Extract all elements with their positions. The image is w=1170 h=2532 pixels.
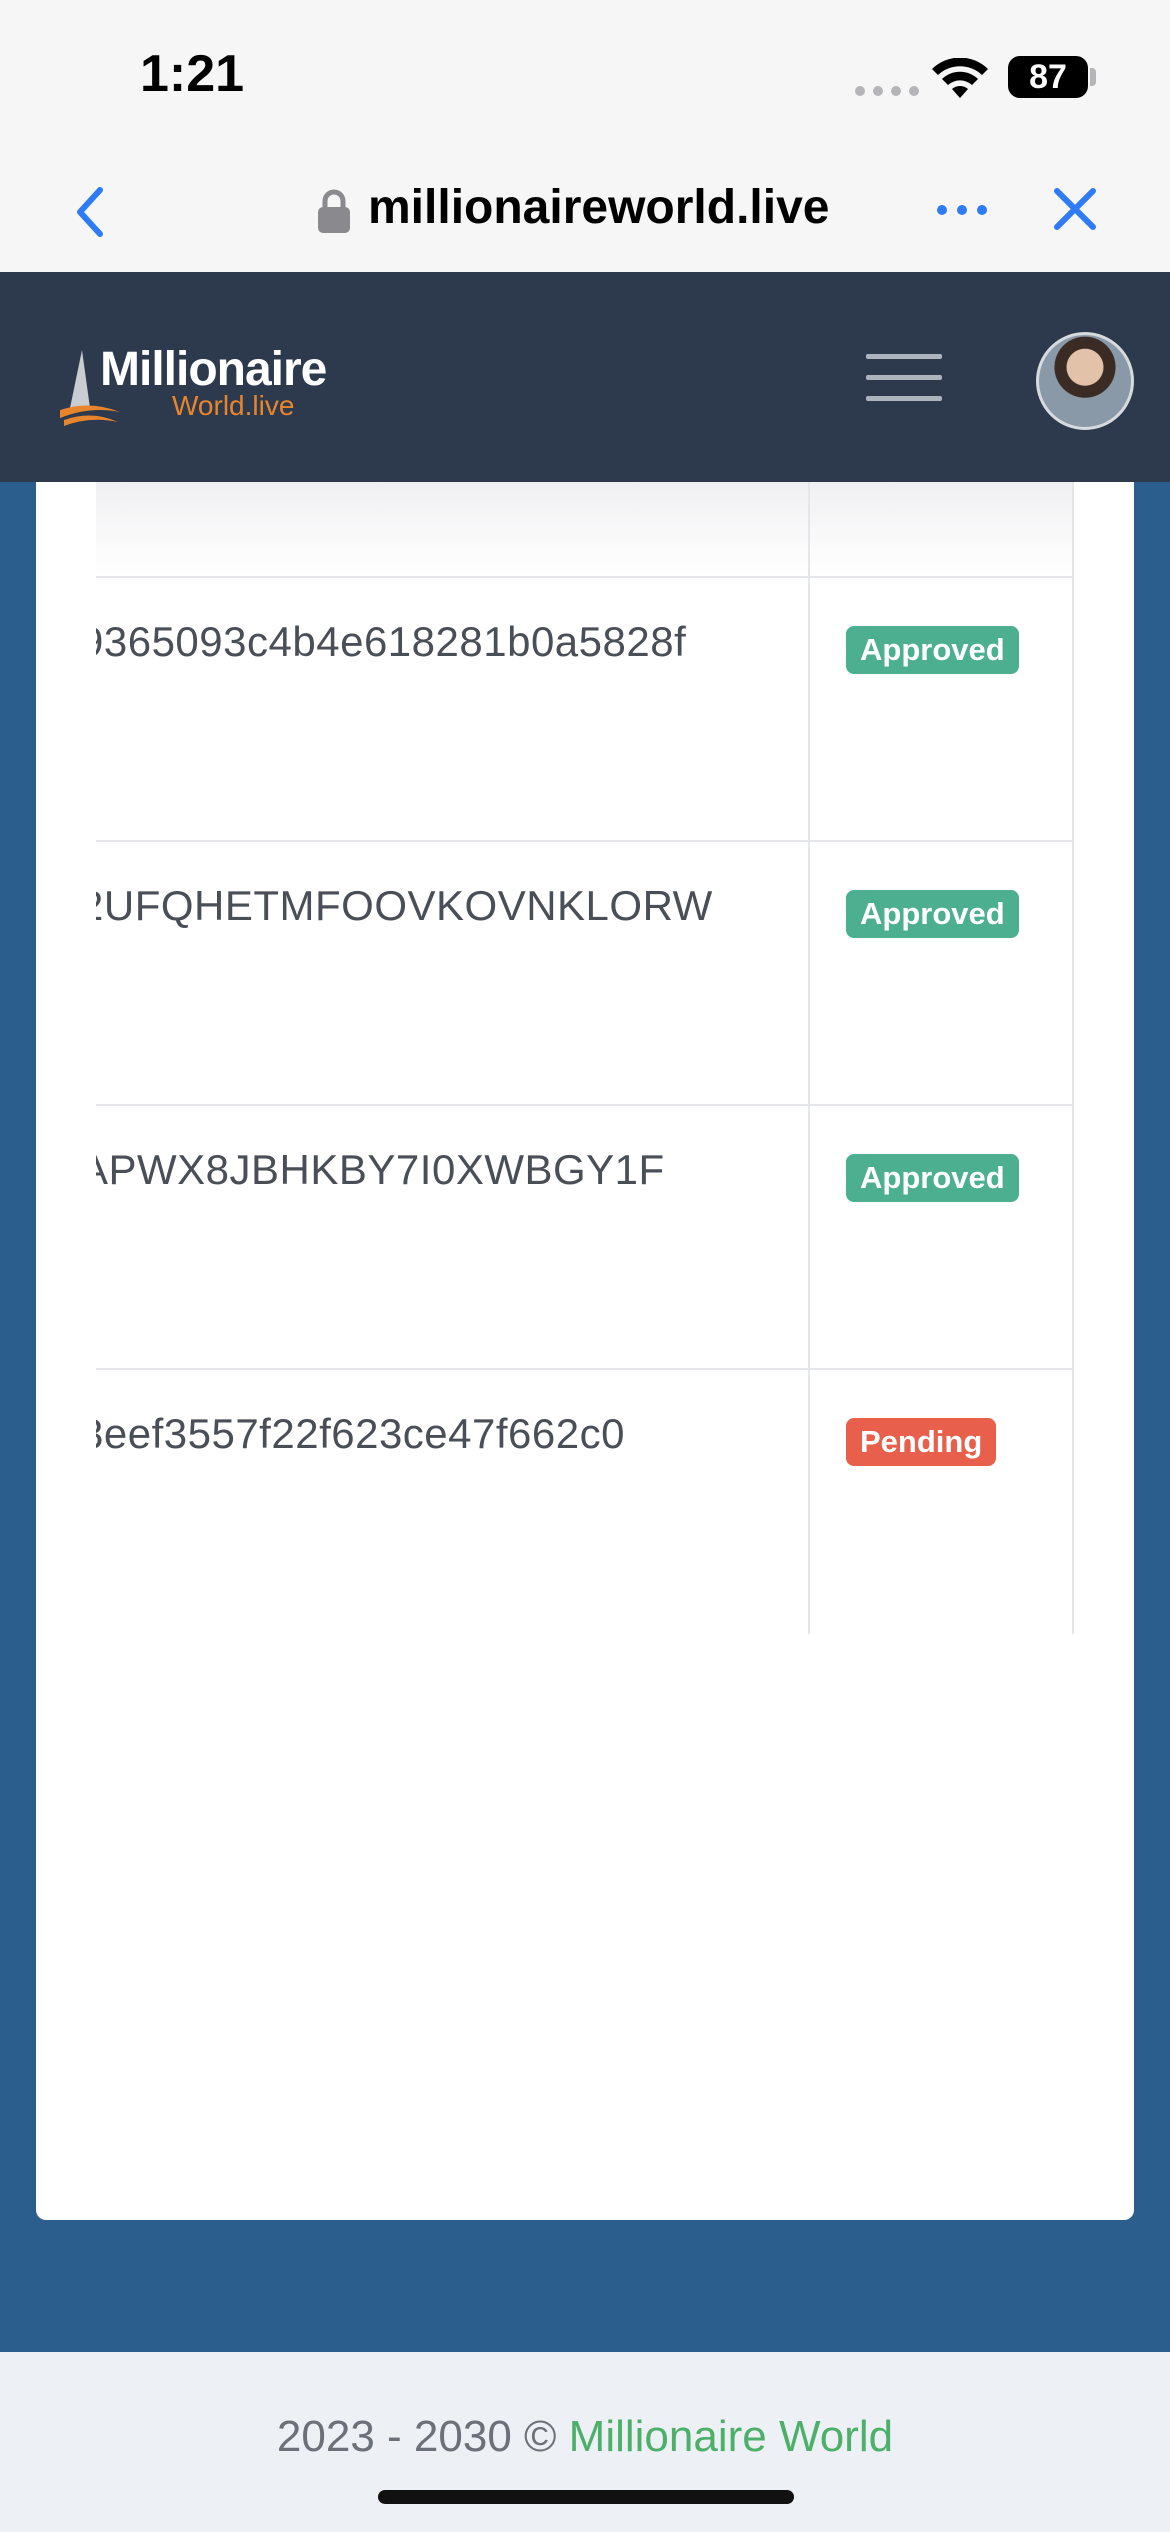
table-row: 3eef3557f22f623ce47f662c0 Pending bbox=[96, 1368, 1074, 1632]
table-row: 2UFQHETMFOOVKOVNKLORW Approved bbox=[96, 840, 1074, 1104]
footer-years: 2023 - 2030 © bbox=[276, 2412, 569, 2461]
status-badge: Approved bbox=[846, 626, 1019, 674]
status-bar: 1:21 87 bbox=[0, 0, 1170, 150]
status-badge: Approved bbox=[846, 890, 1019, 938]
back-icon[interactable] bbox=[68, 182, 112, 242]
table-right-border bbox=[1072, 482, 1074, 1634]
close-icon[interactable] bbox=[1052, 186, 1098, 232]
footer-copyright: 2023 - 2030 © Millionaire World bbox=[0, 2412, 1170, 2462]
transaction-hash: APWX8JBHKBY7I0XWBGY1F bbox=[96, 1146, 665, 1193]
battery-icon: 87 bbox=[1008, 56, 1088, 98]
transactions-table[interactable]: 9365093c4b4e618281b0a5828f Approved 2UFQ… bbox=[96, 482, 1074, 1634]
table-row: APWX8JBHKBY7I0XWBGY1F Approved bbox=[96, 1104, 1074, 1368]
site-footer: 2023 - 2030 © Millionaire World bbox=[0, 2352, 1170, 2532]
table-row: 9365093c4b4e618281b0a5828f Approved bbox=[96, 576, 1074, 840]
url-text[interactable]: millionaireworld.live bbox=[368, 180, 829, 235]
footer-brand-link[interactable]: Millionaire World bbox=[569, 2412, 893, 2461]
lock-icon bbox=[318, 189, 350, 233]
hamburger-menu-icon[interactable] bbox=[866, 354, 942, 404]
browser-url-bar: millionaireworld.live bbox=[0, 150, 1170, 272]
home-indicator[interactable] bbox=[378, 2490, 794, 2504]
table-header-row bbox=[96, 482, 1074, 576]
transaction-hash: 9365093c4b4e618281b0a5828f bbox=[96, 618, 687, 665]
status-badge: Approved bbox=[846, 1154, 1019, 1202]
logo-text-bottom: World.live bbox=[172, 390, 295, 421]
transaction-hash: 2UFQHETMFOOVKOVNKLORW bbox=[96, 882, 713, 929]
transaction-hash: 3eef3557f22f623ce47f662c0 bbox=[96, 1410, 625, 1457]
wifi-icon bbox=[932, 58, 988, 98]
status-badge: Pending bbox=[846, 1418, 997, 1466]
avatar[interactable] bbox=[1036, 332, 1134, 430]
site-header: Millionaire World.live bbox=[0, 272, 1170, 482]
more-options-icon[interactable] bbox=[934, 200, 990, 220]
status-time: 1:21 bbox=[140, 45, 245, 103]
battery-tip bbox=[1090, 68, 1096, 86]
cellular-signal-icon bbox=[855, 86, 919, 96]
column-divider bbox=[808, 482, 810, 1634]
site-logo[interactable]: Millionaire World.live bbox=[60, 342, 350, 426]
logo-text-top: Millionaire bbox=[100, 343, 327, 396]
